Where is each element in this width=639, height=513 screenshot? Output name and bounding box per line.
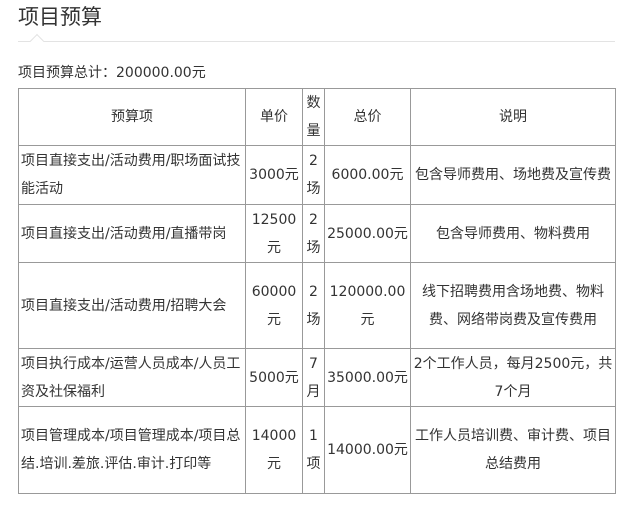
cell-note: 包含导师费用、物料费用 bbox=[410, 204, 616, 263]
cell-note: 包含导师费用、场地费及宣传费 bbox=[410, 145, 616, 205]
table-row: 项目直接支出/活动费用/直播带岗 12500元 2场 25000.00元 包含导… bbox=[18, 204, 616, 263]
cell-total: 6000.00元 bbox=[324, 145, 411, 205]
cell-total: 25000.00元 bbox=[324, 204, 411, 263]
header-quantity: 数量 bbox=[302, 88, 325, 146]
budget-table: 预算项 单价 数量 总价 说明 项目直接支出/活动费用/职场面试技能活动 300… bbox=[18, 88, 616, 494]
title-divider-notch bbox=[29, 33, 45, 49]
cell-note: 工作人员培训费、审计费、项目总结费用 bbox=[410, 406, 616, 494]
table-header-row: 预算项 单价 数量 总价 说明 bbox=[18, 88, 616, 146]
budget-total: 项目预算总计：200000.00元 bbox=[18, 65, 206, 81]
cell-quantity: 7月 bbox=[302, 348, 325, 407]
cell-quantity: 2场 bbox=[302, 204, 325, 263]
table-row: 项目直接支出/活动费用/职场面试技能活动 3000元 2场 6000.00元 包… bbox=[18, 145, 616, 205]
title-divider bbox=[18, 41, 615, 42]
cell-unit-price: 5000元 bbox=[245, 348, 303, 407]
page-title: 项目预算 bbox=[18, 5, 102, 29]
table-row: 项目直接支出/活动费用/招聘大会 60000元 2场 120000.00元 线下… bbox=[18, 262, 616, 349]
cell-unit-price: 3000元 bbox=[245, 145, 303, 205]
cell-quantity: 2场 bbox=[302, 262, 325, 349]
header-total: 总价 bbox=[324, 88, 411, 146]
cell-unit-price: 14000元 bbox=[245, 406, 303, 494]
cell-item: 项目直接支出/活动费用/招聘大会 bbox=[18, 262, 246, 349]
cell-quantity: 1项 bbox=[302, 406, 325, 494]
cell-total: 14000.00元 bbox=[324, 406, 411, 494]
cell-total: 35000.00元 bbox=[324, 348, 411, 407]
cell-item: 项目直接支出/活动费用/直播带岗 bbox=[18, 204, 246, 263]
cell-item: 项目直接支出/活动费用/职场面试技能活动 bbox=[18, 145, 246, 205]
table-row: 项目管理成本/项目管理成本/项目总结.培训.差旅.评估.审计.打印等 14000… bbox=[18, 406, 616, 494]
cell-item: 项目管理成本/项目管理成本/项目总结.培训.差旅.评估.审计.打印等 bbox=[18, 406, 246, 494]
header-unit-price: 单价 bbox=[245, 88, 303, 146]
cell-note: 2个工作人员，每月2500元，共7个月 bbox=[410, 348, 616, 407]
cell-unit-price: 12500元 bbox=[245, 204, 303, 263]
cell-total: 120000.00元 bbox=[324, 262, 411, 349]
cell-item: 项目执行成本/运营人员成本/人员工资及社保福利 bbox=[18, 348, 246, 407]
header-item: 预算项 bbox=[18, 88, 246, 146]
cell-unit-price: 60000元 bbox=[245, 262, 303, 349]
cell-quantity: 2场 bbox=[302, 145, 325, 205]
table-row: 项目执行成本/运营人员成本/人员工资及社保福利 5000元 7月 35000.0… bbox=[18, 348, 616, 407]
header-note: 说明 bbox=[410, 88, 616, 146]
cell-note: 线下招聘费用含场地费、物料费、网络带岗费及宣传费用 bbox=[410, 262, 616, 349]
